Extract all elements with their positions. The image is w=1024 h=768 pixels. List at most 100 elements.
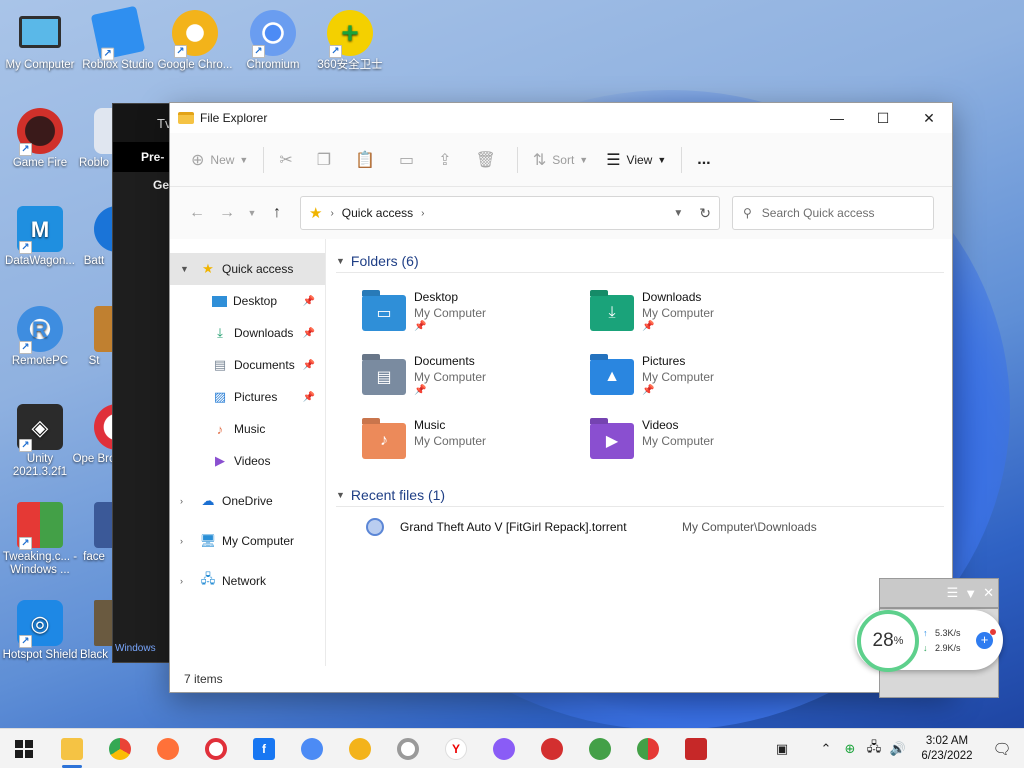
taskbar-app-red[interactable] (528, 729, 576, 768)
collapse-icon[interactable]: ▼ (964, 586, 977, 601)
taskbar-firefox[interactable] (144, 729, 192, 768)
volume-icon[interactable]: 🔊 (886, 741, 910, 757)
taskbar-facebook[interactable]: f (240, 729, 288, 768)
nav-item-quick-access[interactable]: ▼ ★ Quick access (170, 253, 325, 285)
picture-icon: ▨ (213, 389, 227, 404)
desktop-icon-tweaking[interactable]: ↗ Tweaking.c... - Windows ... (0, 502, 80, 577)
new-button[interactable]: ⊕ New ▼ (182, 144, 257, 176)
chevron-right-icon[interactable]: › (421, 208, 424, 219)
taskbar-chromium[interactable] (288, 729, 336, 768)
chevron-right-icon[interactable]: › (180, 536, 194, 546)
more-options-button[interactable]: ... (688, 144, 719, 176)
nav-item-music[interactable]: ♪ Music (170, 413, 325, 445)
desktop-icon-360-security[interactable]: + ↗ 360安全卫士 (310, 10, 390, 72)
chevron-up-icon[interactable]: ⌃ (814, 741, 838, 757)
desktop-icon-remotepc[interactable]: R ↗ RemotePC (0, 306, 80, 368)
folder-tile-desktop[interactable]: ▭ Desktop My Computer 📌 (362, 289, 590, 345)
taskbar-file-explorer[interactable] (48, 729, 96, 768)
desktop-icon-unity[interactable]: ◈ ↗ Unity 2021.3.2f1 (0, 404, 80, 479)
taskbar-app-edge[interactable] (624, 729, 672, 768)
folder-tile-pictures[interactable]: ▲ Pictures My Computer 📌 (590, 353, 818, 409)
desktop-icon-opera-browser[interactable]: Ope Bro (72, 404, 116, 466)
desktop-icon-google-chrome[interactable]: ↗ Google Chro... (155, 10, 235, 72)
back-button[interactable]: ← (182, 204, 212, 222)
minimize-button[interactable]: — (814, 103, 860, 133)
taskbar-opera[interactable] (192, 729, 240, 768)
recent-files-group-header[interactable]: ▼ Recent files (1) (336, 485, 944, 507)
chevron-down-icon[interactable]: ▼ (180, 264, 194, 274)
delete-button[interactable]: 🗑 (467, 144, 511, 176)
share-button[interactable]: ⇪ (429, 144, 466, 176)
copy-button[interactable]: ❐ (308, 144, 346, 176)
taskbar-chrome[interactable] (96, 729, 144, 768)
folder-icon (61, 737, 83, 760)
memory-usage-ring[interactable]: 28% (857, 610, 919, 672)
desktop-icon-chromium[interactable]: ↗ Chromium (233, 10, 313, 72)
desktop-icon-face[interactable]: face (72, 502, 116, 564)
desktop-icon-battle[interactable]: Batt (72, 206, 116, 268)
view-button[interactable]: ☰ View ▼ (597, 144, 675, 176)
video-icon: ▶ (215, 453, 225, 468)
taskbar-app-toolbox[interactable] (672, 729, 720, 768)
folder-tile-music[interactable]: ♪ Music My Computer (362, 417, 590, 473)
maximize-button[interactable]: ☐ (860, 103, 906, 133)
taskbar-chrome-canary[interactable] (336, 729, 384, 768)
menu-icon[interactable]: ☰ (947, 585, 959, 601)
clock[interactable]: 3:02 AM 6/23/2022 (914, 734, 980, 764)
start-button[interactable] (0, 729, 48, 768)
paste-button[interactable]: 📋 (346, 144, 390, 176)
folder-tile-videos[interactable]: ▶ Videos My Computer (590, 417, 818, 473)
nav-item-my-computer[interactable]: › 🖥 My Computer (170, 525, 325, 557)
nav-item-downloads[interactable]: ⤓ Downloads 📌 (170, 317, 325, 349)
desktop-icon-datawagon[interactable]: M ↗ DataWagon... (0, 206, 80, 268)
address-bar[interactable]: ★ › Quick access › ▼ ↻ (300, 196, 720, 230)
chevron-down-icon: ▼ (239, 154, 249, 165)
breadcrumb-quick-access[interactable]: Quick access (342, 206, 413, 220)
nav-item-onedrive[interactable]: › ☁ OneDrive (170, 485, 325, 517)
up-button[interactable]: ↑ (262, 204, 292, 222)
forward-button[interactable]: → (212, 204, 242, 222)
nav-item-desktop[interactable]: Desktop 📌 (170, 285, 325, 317)
taskbar-app-green[interactable] (576, 729, 624, 768)
notification-icon[interactable]: 🗨 (980, 740, 1024, 758)
desktop-icon-st[interactable]: St (72, 306, 116, 368)
taskbar-opera-gx[interactable] (384, 729, 432, 768)
taskbar-arc[interactable] (480, 729, 528, 768)
folder-tile-documents[interactable]: ▤ Documents My Computer 📌 (362, 353, 590, 409)
upload-rate: 5.3K/s (935, 628, 961, 638)
desktop-icon-game-fire[interactable]: ↗ Game Fire (0, 108, 80, 170)
refresh-button[interactable]: ↻ (699, 205, 711, 222)
recent-locations-button[interactable]: ▼ (242, 208, 262, 218)
close-icon[interactable]: ✕ (983, 585, 994, 601)
sort-button[interactable]: ⇅ Sort ▼ (524, 144, 597, 176)
close-button[interactable]: ✕ (906, 103, 952, 133)
desktop-icon-roblox-studio[interactable]: ↗ Roblox Studio (78, 5, 158, 72)
nav-item-videos[interactable]: ▶ Videos (170, 445, 325, 477)
news-widget-icon[interactable]: ▣ (770, 741, 794, 757)
desktop-icon-roblox[interactable]: Roblo (72, 108, 116, 170)
title-bar[interactable]: File Explorer — ☐ ✕ (170, 103, 952, 133)
file-explorer-window[interactable]: File Explorer — ☐ ✕ ⊕ New ▼ ✂ ❐ 📋 ▭ ⇪ 🗑 … (169, 102, 953, 693)
360-tray-icon[interactable]: ⊕ (838, 741, 862, 757)
recent-file-row[interactable]: Grand Theft Auto V [FitGirl Repack].torr… (336, 507, 944, 547)
speed-widget[interactable]: ☰ ▼ ✕ OK 28% ↑ 5.3K/s ↓ 2.9K/s + (855, 578, 1003, 698)
nav-item-documents[interactable]: ▤ Documents 📌 (170, 349, 325, 381)
rename-button[interactable]: ▭ (390, 144, 429, 176)
folders-group-header[interactable]: ▼ Folders (6) (336, 251, 944, 273)
chevron-down-icon[interactable]: ▼ (336, 256, 345, 266)
desktop-icon-my-computer[interactable]: My Computer (0, 10, 80, 72)
cut-button[interactable]: ✂ (270, 144, 307, 176)
chevron-right-icon[interactable]: › (180, 496, 194, 506)
boost-plus-icon[interactable]: + (976, 629, 996, 649)
desktop-icon-black[interactable]: Black (72, 600, 116, 662)
address-dropdown-button[interactable]: ▼ (673, 208, 683, 219)
taskbar-yandex[interactable]: Y (432, 729, 480, 768)
desktop-icon-hotspot-shield[interactable]: ◎ ↗ Hotspot Shield (0, 600, 80, 662)
chevron-down-icon[interactable]: ▼ (336, 490, 345, 500)
network-icon[interactable]: 🖧 (862, 738, 886, 760)
chevron-right-icon[interactable]: › (180, 576, 194, 586)
search-input[interactable]: ⚲ Search Quick access (732, 196, 934, 230)
nav-item-pictures[interactable]: ▨ Pictures 📌 (170, 381, 325, 413)
folder-tile-downloads[interactable]: ⤓ Downloads My Computer 📌 (590, 289, 818, 345)
nav-item-network[interactable]: › 🖧 Network (170, 565, 325, 597)
